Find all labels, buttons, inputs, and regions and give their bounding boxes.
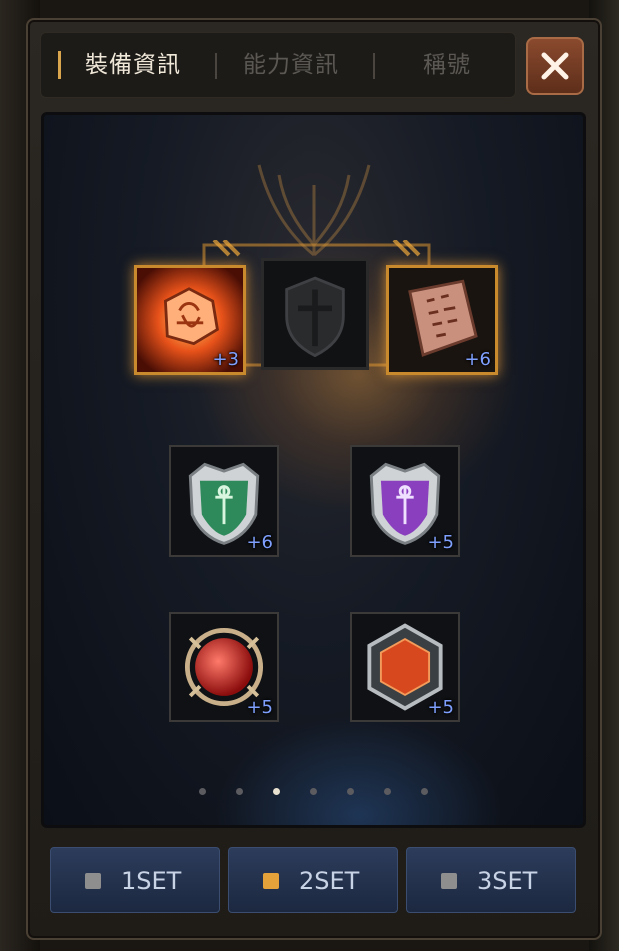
active-tab-marker — [58, 51, 61, 79]
tab-bar: 裝備資訊 能力資訊 稱號 — [40, 32, 516, 98]
fire-rune-slot[interactable]: +3 — [134, 265, 246, 375]
set-1-button[interactable]: 1SET — [50, 847, 220, 913]
page-dot[interactable] — [421, 788, 428, 795]
shield-empty-slot[interactable] — [261, 258, 369, 370]
enhance-level: +5 — [427, 532, 454, 553]
set-label: 1SET — [121, 867, 182, 895]
enhance-level: +6 — [246, 532, 273, 553]
set-2-button[interactable]: 2SET — [228, 847, 398, 913]
enhance-level: +5 — [427, 697, 454, 718]
tab-separator — [215, 53, 217, 79]
set-label: 2SET — [299, 867, 360, 895]
enhance-level: +5 — [246, 697, 273, 718]
set-selector-bar: 1SET 2SET 3SET — [40, 838, 588, 926]
set-indicator-icon — [85, 873, 101, 889]
tab-separator — [373, 53, 375, 79]
page-dot[interactable] — [384, 788, 391, 795]
enhance-level: +3 — [212, 349, 239, 370]
tab-title[interactable]: 稱號 — [423, 47, 471, 83]
purple-emblem-slot[interactable]: +5 — [350, 445, 460, 557]
page-indicator — [196, 785, 436, 797]
page-dot[interactable] — [236, 788, 243, 795]
page-dot[interactable] — [310, 788, 317, 795]
close-x-icon — [541, 52, 569, 80]
page-dot[interactable] — [199, 788, 206, 795]
set-indicator-icon — [263, 873, 279, 889]
equipment-panel: +3 +6 +6 +5 +5 +5 — [41, 112, 586, 828]
enhance-level: +6 — [464, 349, 491, 370]
rune-stone-slot[interactable]: +6 — [386, 265, 498, 375]
tab-ability-info[interactable]: 能力資訊 — [243, 47, 339, 83]
set-label: 3SET — [477, 867, 538, 895]
shield-cross-icon — [285, 276, 345, 358]
bottom-glow — [214, 715, 504, 825]
green-emblem-slot[interactable]: +6 — [169, 445, 279, 557]
page-dot-active[interactable] — [273, 788, 280, 795]
red-gem-slot[interactable]: +5 — [350, 612, 460, 722]
red-orb-slot[interactable]: +5 — [169, 612, 279, 722]
set-3-button[interactable]: 3SET — [406, 847, 576, 913]
tab-equipment-info[interactable]: 裝備資訊 — [85, 47, 181, 83]
page-dot[interactable] — [347, 788, 354, 795]
close-button[interactable] — [526, 37, 584, 95]
set-indicator-icon — [441, 873, 457, 889]
